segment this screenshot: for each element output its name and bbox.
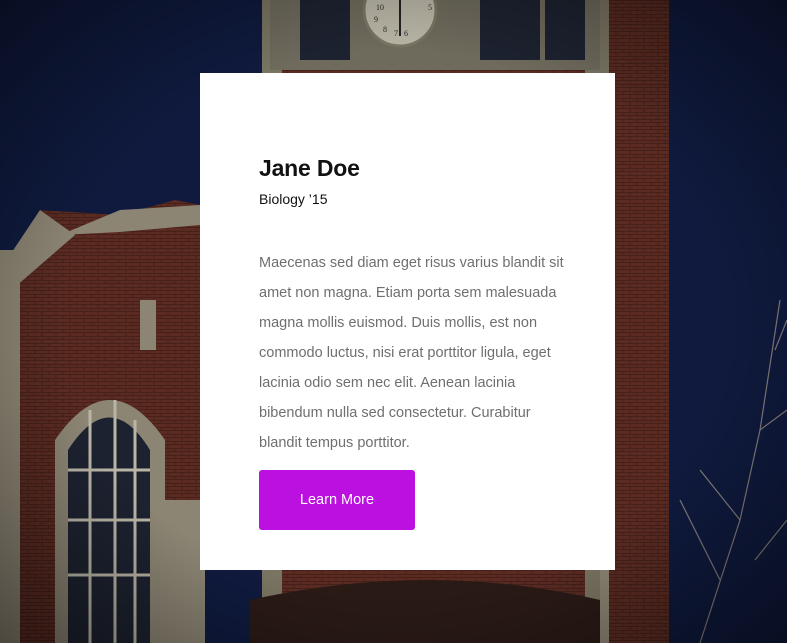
learn-more-button[interactable]: Learn More xyxy=(259,470,415,530)
profile-subtitle: Biology ’15 xyxy=(259,191,328,207)
profile-bio: Maecenas sed diam eget risus varius blan… xyxy=(259,255,564,451)
profile-name: Jane Doe xyxy=(259,155,360,181)
profile-card: Jane Doe Biology ’15 Maecenas sed diam e… xyxy=(200,73,615,570)
